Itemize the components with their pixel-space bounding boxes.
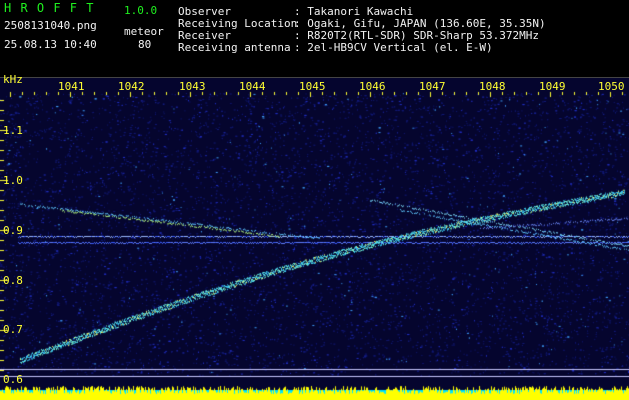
x-tick-label: 1045: [299, 80, 326, 93]
app-version: 1.0.0: [124, 4, 158, 17]
x-tick-label: 1044: [239, 80, 266, 93]
y-axis-unit: kHz: [3, 73, 23, 86]
spectrogram-canvas: [0, 78, 629, 400]
x-tick-label: 1047: [419, 80, 446, 93]
x-tick-label: 1049: [539, 80, 566, 93]
x-tick-label: 1050: [598, 80, 625, 93]
x-tick-label: 1046: [359, 80, 386, 93]
y-tick-label: 1.1: [3, 124, 23, 137]
y-tick-label: 0.6: [3, 373, 23, 386]
y-tick-label: 1.0: [3, 174, 23, 187]
app-name: H R O F F T: [4, 1, 95, 15]
x-tick-label: 1048: [479, 80, 506, 93]
x-tick-label: 1042: [118, 80, 145, 93]
info-label-antenna: Receiving antenna: [178, 41, 291, 54]
mode-label: meteor: [124, 25, 164, 38]
y-tick-label: 0.8: [3, 274, 23, 287]
x-tick-label: 1043: [179, 80, 206, 93]
y-tick-label: 0.7: [3, 323, 23, 336]
datetime: 25.08.13 10:40: [4, 38, 97, 51]
meteor-count: 80: [138, 38, 152, 51]
y-tick-label: 0.9: [3, 224, 23, 237]
header-panel: H R O F F T 1.0.0 2508131040.png meteor …: [0, 0, 629, 78]
x-tick-label: 1041: [58, 80, 85, 93]
info-value-antenna: : 2el-HB9CV Vertical (el. E-W): [294, 41, 493, 54]
file-name: 2508131040.png: [4, 19, 97, 32]
